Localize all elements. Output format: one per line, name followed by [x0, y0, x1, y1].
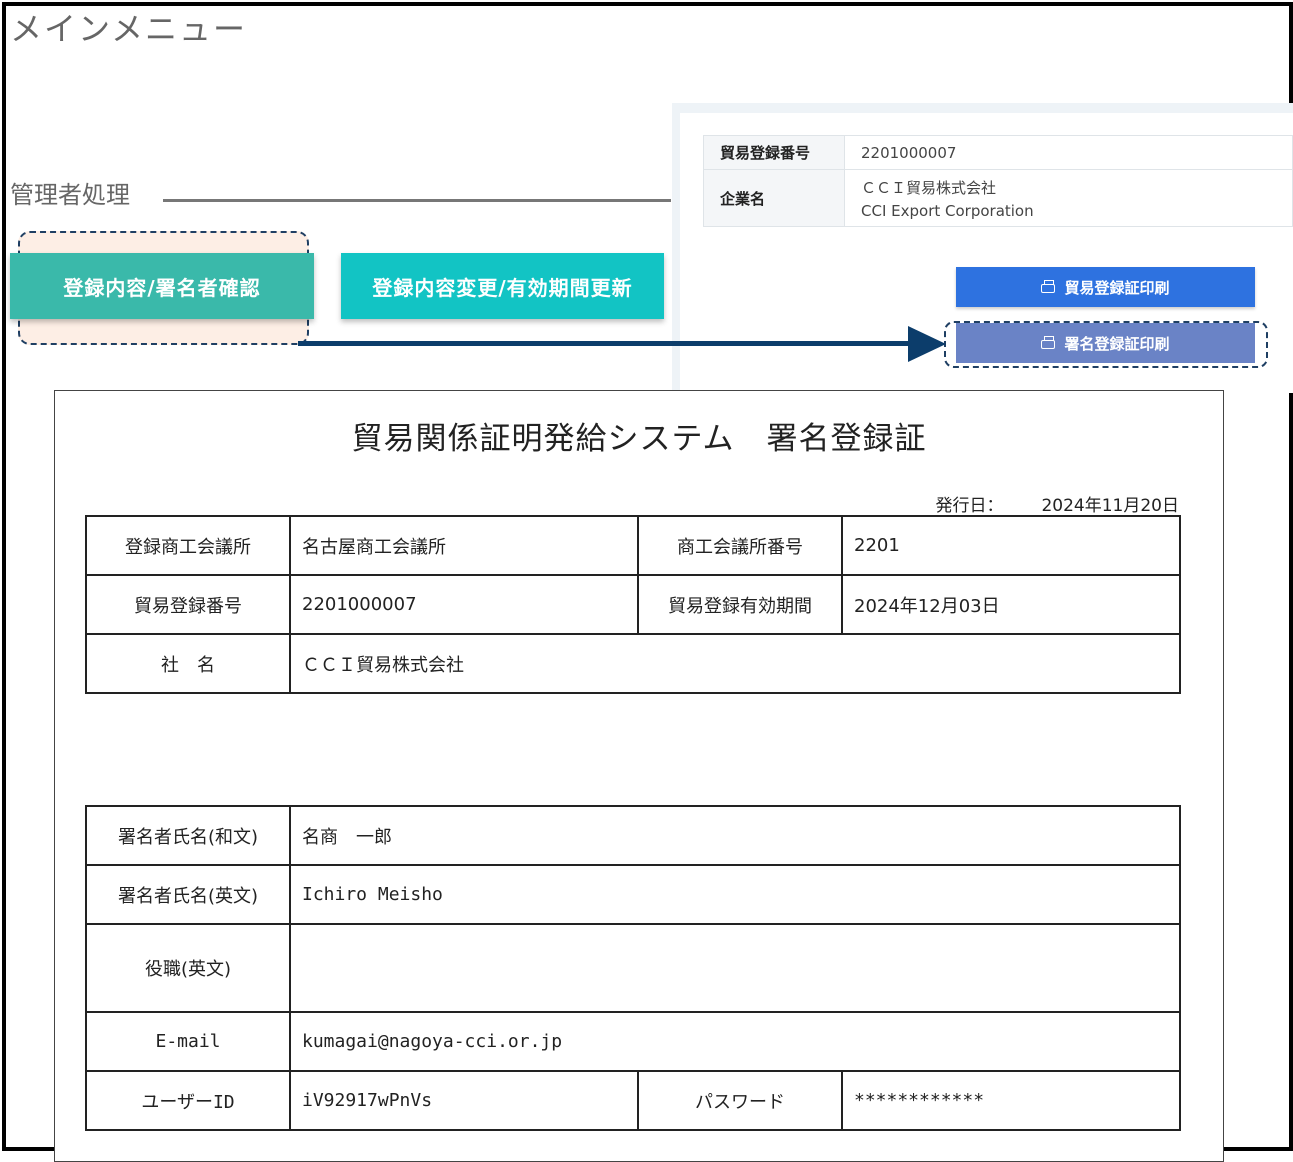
trade-no-value: 2201000007 — [289, 574, 639, 635]
email-label: E-mail — [85, 1011, 291, 1072]
issue-date-line: 発行日： 2024年11月20日 — [935, 491, 1179, 516]
table-row: E-mail kumagai@nagoya-cci.or.jp — [85, 1011, 1181, 1072]
userid-label: ユーザーID — [85, 1070, 291, 1131]
signer-en-value: Ichiro Meisho — [289, 864, 1181, 925]
issue-date-value: 2024年11月20日 — [1041, 496, 1179, 516]
trade-number-label: 貿易登録番号 — [703, 135, 845, 170]
table-row: 貿易登録番号 2201000007 貿易登録有効期間 2024年12月03日 — [85, 574, 1181, 635]
password-value: ************ — [841, 1070, 1181, 1131]
trade-number-value: 2201000007 — [844, 135, 1293, 170]
company-name-jp: ＣＣＩ貿易株式会社 — [861, 178, 997, 197]
org-value: 名古屋商工会議所 — [289, 515, 639, 576]
title-en-value — [289, 923, 1181, 1013]
company-label: 社 名 — [85, 633, 291, 694]
title-en-label: 役職(英文) — [85, 923, 291, 1013]
signer-jp-value: 名商 一郎 — [289, 805, 1181, 866]
table-row: 役職(英文) — [85, 923, 1181, 1013]
signer-info-table: 署名者氏名(和文) 名商 一郎 署名者氏名(英文) Ichiro Meisho … — [85, 805, 1181, 1131]
company-value: ＣＣＩ貿易株式会社 — [289, 633, 1181, 694]
printer-icon — [1041, 280, 1056, 294]
arrow-connector — [298, 341, 912, 346]
confirm-registration-button[interactable]: 登録内容/署名者確認 — [10, 253, 314, 319]
registration-info-table: 登録商工会議所 名古屋商工会議所 商工会議所番号 2201 貿易登録番号 220… — [85, 515, 1181, 694]
org-no-value: 2201 — [841, 515, 1181, 576]
table-row: 署名者氏名(和文) 名商 一郎 — [85, 805, 1181, 866]
issue-date-label: 発行日： — [935, 496, 1004, 516]
certificate-title: 貿易関係証明発給システム 署名登録証 — [351, 421, 927, 457]
print-trade-certificate-button[interactable]: 貿易登録証印刷 — [956, 267, 1255, 307]
print-trade-label: 貿易登録証印刷 — [1064, 278, 1170, 297]
table-row: 署名者氏名(英文) Ichiro Meisho — [85, 864, 1181, 925]
signer-jp-label: 署名者氏名(和文) — [85, 805, 291, 866]
org-label: 登録商工会議所 — [85, 515, 291, 576]
arrow-head — [908, 326, 946, 362]
password-label: パスワード — [637, 1070, 843, 1131]
admin-section-divider — [163, 199, 671, 202]
validity-value: 2024年12月03日 — [841, 574, 1181, 635]
table-row: 社 名 ＣＣＩ貿易株式会社 — [85, 633, 1181, 694]
table-row: 登録商工会議所 名古屋商工会議所 商工会議所番号 2201 — [85, 515, 1181, 576]
org-no-label: 商工会議所番号 — [637, 515, 843, 576]
signer-en-label: 署名者氏名(英文) — [85, 864, 291, 925]
table-row: ユーザーID iV92917wPnVs パスワード ************ — [85, 1070, 1181, 1131]
company-info-table: 貿易登録番号 2201000007 企業名 ＣＣＩ貿易株式会社 CCI Expo… — [703, 135, 1293, 227]
page-title: メインメニュー — [10, 10, 248, 48]
highlight-print-signature-button — [944, 321, 1268, 368]
company-name-en: CCI Export Corporation — [861, 201, 1034, 220]
trade-no-label: 貿易登録番号 — [85, 574, 291, 635]
validity-label: 貿易登録有効期間 — [637, 574, 843, 635]
userid-value: iV92917wPnVs — [289, 1070, 639, 1131]
company-name-label: 企業名 — [703, 169, 845, 227]
signature-certificate-document: 貿易関係証明発給システム 署名登録証 発行日： 2024年11月20日 登録商工会… — [54, 390, 1224, 1162]
admin-section-label: 管理者処理 — [10, 181, 130, 209]
change-registration-button[interactable]: 登録内容変更/有効期間更新 — [341, 253, 664, 319]
email-value: kumagai@nagoya-cci.or.jp — [289, 1011, 1181, 1072]
